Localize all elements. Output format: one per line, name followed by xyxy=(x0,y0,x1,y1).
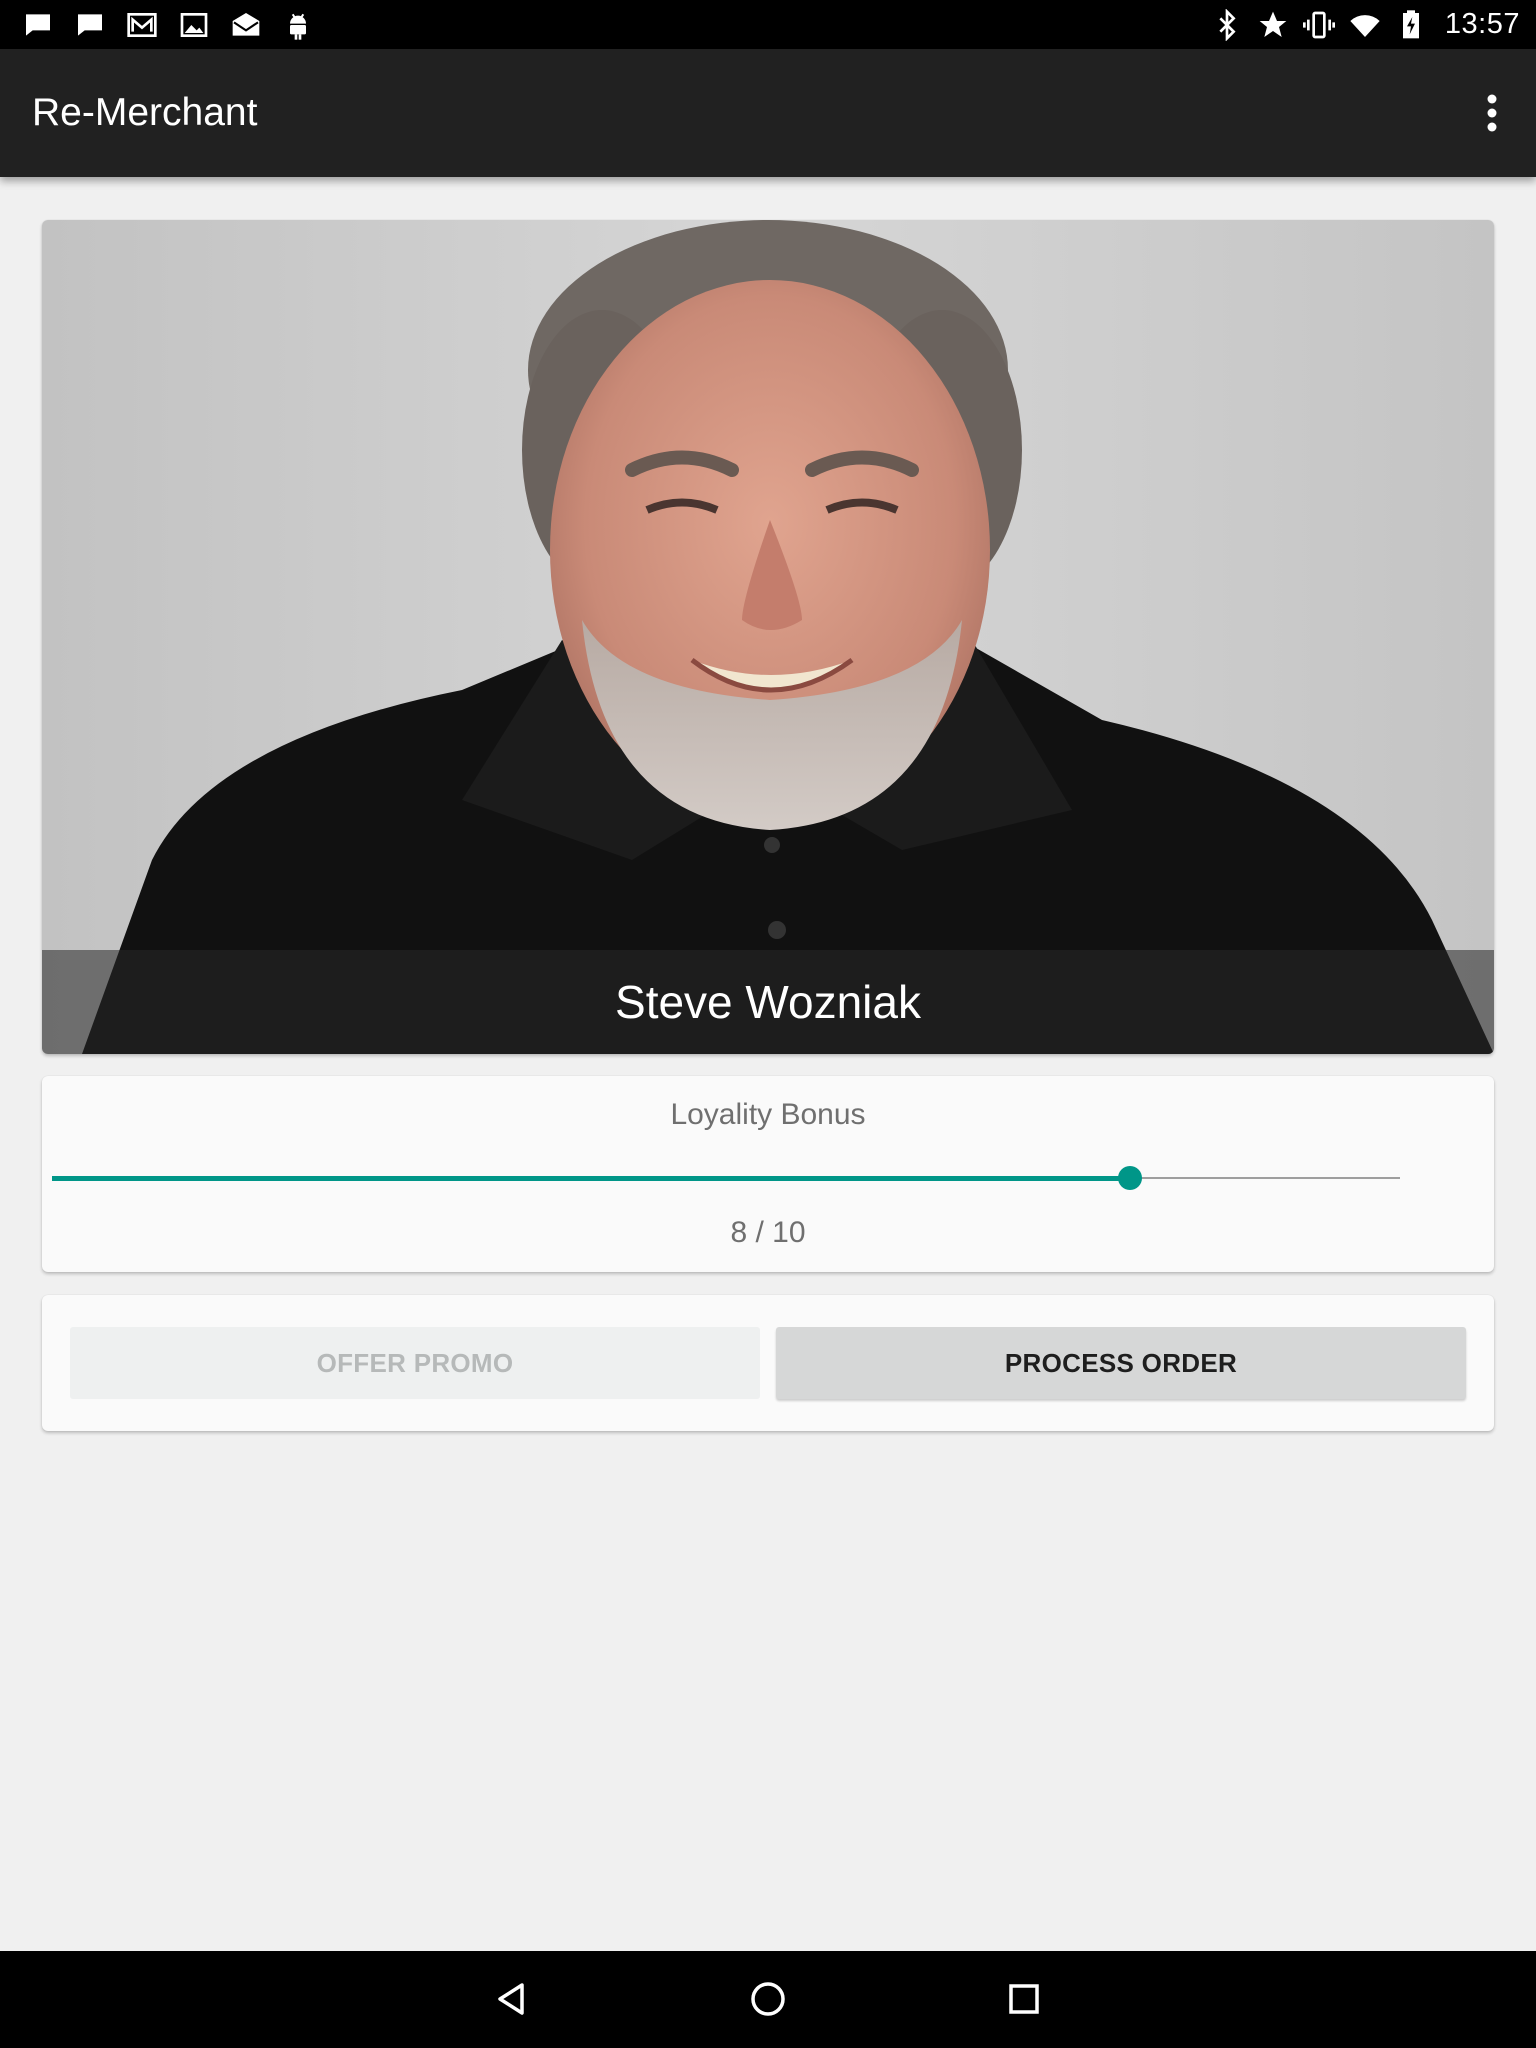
back-icon xyxy=(498,1983,524,2015)
home-button[interactable] xyxy=(740,1971,796,2027)
loyalty-slider[interactable] xyxy=(52,1163,1442,1193)
android-icon xyxy=(290,13,306,40)
name-overlay: Steve Wozniak xyxy=(42,950,1494,1054)
customer-photo xyxy=(42,220,1494,1054)
offer-promo-button[interactable]: OFFER PROMO xyxy=(70,1327,760,1399)
customer-photo-card: Steve Wozniak xyxy=(42,220,1494,1054)
system-status-icons: 13:57 xyxy=(1211,0,1520,49)
app-bar: Re-Merchant xyxy=(0,49,1536,177)
loyalty-label: Loyality Bonus xyxy=(670,1098,866,1131)
app-title: Re-Merchant xyxy=(32,91,258,134)
slider-thumb[interactable] xyxy=(1118,1166,1142,1190)
back-button[interactable] xyxy=(484,1971,540,2027)
mail-icon xyxy=(232,12,260,36)
more-vert-icon xyxy=(1487,94,1497,132)
actions-card: OFFER PROMO PROCESS ORDER xyxy=(42,1295,1494,1431)
home-icon xyxy=(751,1982,785,2016)
recents-icon xyxy=(1009,1984,1039,2014)
recents-button[interactable] xyxy=(996,1971,1052,2027)
slider-fill xyxy=(52,1176,1130,1181)
overflow-menu-button[interactable] xyxy=(1462,83,1522,143)
clock: 13:57 xyxy=(1444,8,1520,40)
wifi-icon xyxy=(1350,14,1380,37)
loyalty-value: 8 / 10 xyxy=(730,1216,806,1249)
battery-charging-icon xyxy=(1402,9,1419,38)
status-bar: 13:57 xyxy=(0,0,1536,49)
vibrate-icon xyxy=(1302,11,1335,38)
bluetooth-icon xyxy=(1219,8,1236,41)
star-icon xyxy=(1259,11,1287,37)
notification-icons xyxy=(22,0,314,49)
customer-name: Steve Wozniak xyxy=(615,976,921,1028)
process-order-button[interactable]: PROCESS ORDER xyxy=(776,1327,1466,1399)
message-icon xyxy=(26,13,50,36)
gmail-icon xyxy=(127,12,157,37)
message-icon xyxy=(78,13,102,36)
image-icon xyxy=(180,12,208,37)
navigation-bar xyxy=(0,1951,1536,2048)
